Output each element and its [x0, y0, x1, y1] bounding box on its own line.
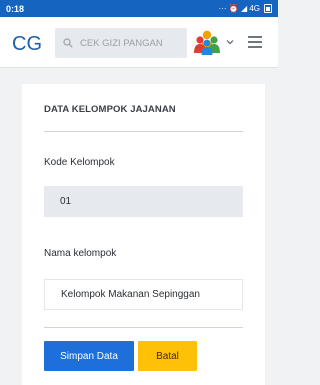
- battery-icon: [264, 4, 272, 13]
- divider: [44, 131, 243, 132]
- chevron-down-icon[interactable]: [225, 37, 235, 47]
- users-avatar-icon[interactable]: [194, 29, 220, 55]
- kode-value: 01: [60, 196, 72, 207]
- save-button[interactable]: Simpan Data: [44, 341, 134, 371]
- search-placeholder: CEK GIZI PANGAN: [80, 37, 163, 49]
- search-input[interactable]: CEK GIZI PANGAN: [55, 28, 187, 58]
- kode-field: 01: [44, 186, 243, 217]
- app-bar: CG CEK GIZI PANGAN: [0, 17, 278, 68]
- nama-field[interactable]: Kelompok Makanan Sepinggan: [44, 279, 243, 310]
- nama-value: Kelompok Makanan Sepinggan: [61, 289, 200, 300]
- app-logo[interactable]: CG: [12, 33, 42, 56]
- search-icon: [63, 38, 73, 48]
- status-time: 0:18: [6, 3, 25, 14]
- form-title: DATA KELOMPOK JAJANAN: [44, 104, 176, 115]
- status-indicators: ··· ⏰ ◢ 4G: [219, 4, 272, 13]
- cancel-button[interactable]: Batal: [138, 341, 197, 371]
- form-card: DATA KELOMPOK JAJANAN Kode Kelompok 01 N…: [22, 84, 265, 385]
- hamburger-menu-icon[interactable]: [248, 36, 262, 48]
- status-icons: ··· ⏰ ◢ 4G: [218, 4, 260, 13]
- kode-label: Kode Kelompok: [44, 157, 115, 168]
- status-bar: 0:18 ··· ⏰ ◢ 4G: [0, 0, 278, 17]
- divider: [44, 327, 243, 328]
- nama-label: Nama kelompok: [44, 248, 117, 259]
